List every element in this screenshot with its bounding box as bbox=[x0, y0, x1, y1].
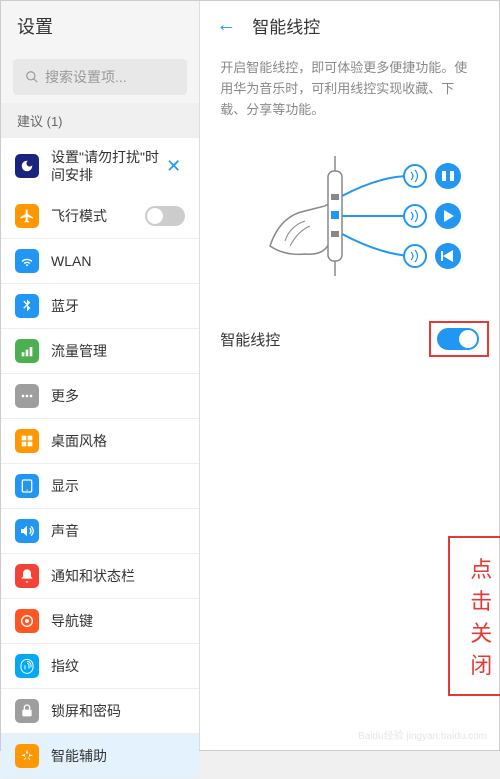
page-title: 智能线控 bbox=[252, 13, 320, 38]
item-icon bbox=[15, 744, 39, 768]
illustration bbox=[200, 136, 499, 316]
item-label: 显示 bbox=[51, 476, 185, 496]
list-item[interactable]: 通知和状态栏 bbox=[1, 554, 199, 599]
back-arrow-icon[interactable]: ← bbox=[216, 14, 236, 37]
item-icon bbox=[15, 609, 39, 633]
close-icon[interactable]: ✕ bbox=[162, 156, 185, 177]
item-icon bbox=[15, 339, 39, 363]
item-label: 更多 bbox=[51, 386, 185, 406]
list-item[interactable]: 导航键 bbox=[1, 599, 199, 644]
list-item[interactable]: 智能辅助 bbox=[1, 734, 199, 779]
list-item[interactable]: 锁屏和密码 bbox=[1, 689, 199, 734]
item-label: 桌面风格 bbox=[51, 431, 185, 451]
item-label: 蓝牙 bbox=[51, 296, 185, 316]
item-icon bbox=[15, 294, 39, 318]
item-label: 导航键 bbox=[51, 611, 185, 631]
list-item[interactable]: 声音 bbox=[1, 509, 199, 554]
item-icon bbox=[15, 384, 39, 408]
suggestion-header: 建议 (1) bbox=[1, 103, 199, 138]
smart-headset-toggle-row: 智能线控 bbox=[200, 316, 499, 362]
list-item[interactable]: 指纹 bbox=[1, 644, 199, 689]
item-icon bbox=[15, 699, 39, 723]
item-label: 飞行模式 bbox=[51, 206, 145, 226]
item-icon bbox=[15, 249, 39, 273]
item-label: 声音 bbox=[51, 521, 185, 541]
description-text: 开启智能线控，即可体验更多便捷功能。使用华为音乐时，可利用线控实现收藏、下载、分… bbox=[200, 50, 499, 136]
watermark: Baidu经验 jingyan.baidu.com bbox=[358, 727, 487, 742]
list-item[interactable]: WLAN bbox=[1, 239, 199, 284]
list-item[interactable]: 蓝牙 bbox=[1, 284, 199, 329]
item-icon bbox=[15, 564, 39, 588]
airplane-toggle[interactable] bbox=[145, 206, 185, 226]
list-item[interactable]: 桌面风格 bbox=[1, 419, 199, 464]
item-label: 智能辅助 bbox=[51, 746, 185, 766]
annotation-text-box: 点击关闭 bbox=[448, 536, 500, 696]
suggestion-item[interactable]: 设置"请勿打扰"时间安排 ✕ bbox=[1, 138, 199, 194]
item-label: 通知和状态栏 bbox=[51, 566, 185, 586]
moon-icon bbox=[15, 154, 39, 178]
item-label: 指纹 bbox=[51, 656, 185, 676]
item-label: 流量管理 bbox=[51, 341, 185, 361]
search-placeholder: 搜索设置项... bbox=[45, 67, 127, 87]
item-icon bbox=[15, 429, 39, 453]
search-input[interactable]: 搜索设置项... bbox=[13, 59, 187, 95]
item-label: WLAN bbox=[51, 253, 185, 269]
list-item[interactable]: 飞行模式 bbox=[1, 194, 199, 239]
item-label: 锁屏和密码 bbox=[51, 701, 185, 721]
list-item[interactable]: 显示 bbox=[1, 464, 199, 509]
search-icon bbox=[25, 70, 39, 84]
smart-headset-toggle[interactable] bbox=[437, 328, 479, 350]
item-icon bbox=[15, 204, 39, 228]
toggle-label: 智能线控 bbox=[220, 329, 437, 350]
settings-title: 设置 bbox=[1, 1, 199, 51]
item-icon bbox=[15, 654, 39, 678]
list-item[interactable]: 流量管理 bbox=[1, 329, 199, 374]
item-icon bbox=[15, 474, 39, 498]
item-icon bbox=[15, 519, 39, 543]
list-item[interactable]: 更多 bbox=[1, 374, 199, 419]
suggestion-label: 设置"请勿打扰"时间安排 bbox=[51, 148, 162, 184]
